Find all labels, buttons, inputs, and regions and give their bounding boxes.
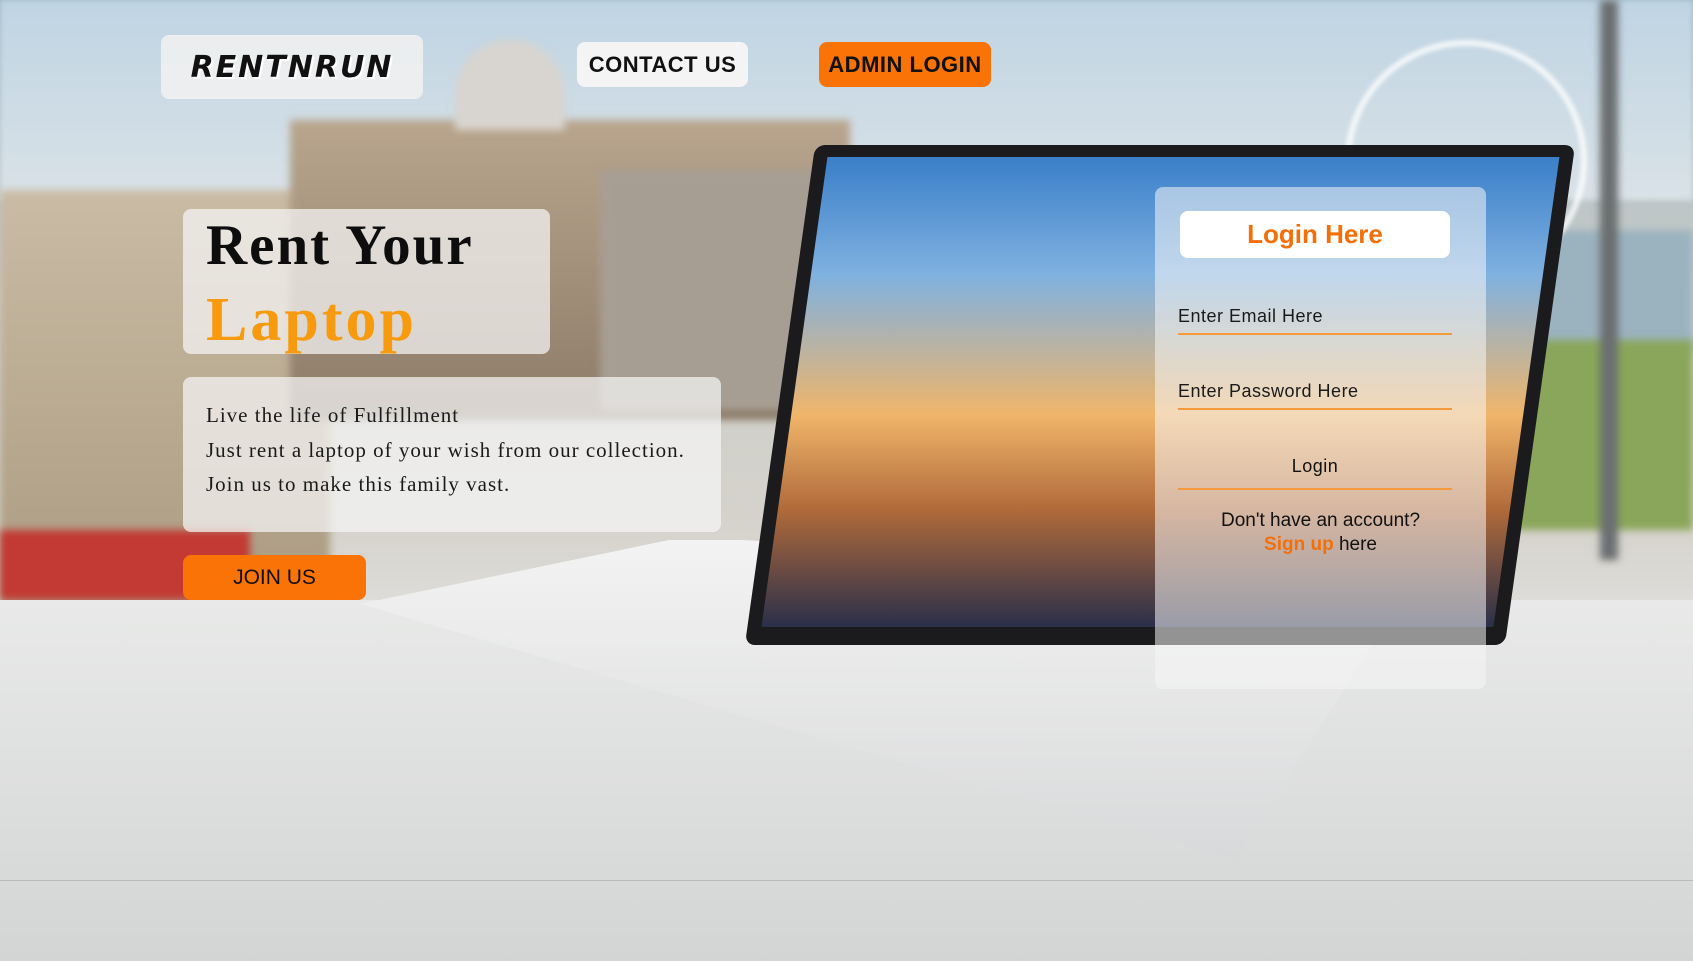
signup-prompt-text: Don't have an account?: [1220, 510, 1421, 531]
join-us-button[interactable]: JOIN US: [183, 555, 366, 600]
hero-description-box: Live the life of Fulfillment Just rent a…: [183, 377, 721, 532]
admin-login-button[interactable]: ADMIN LOGIN: [819, 42, 991, 87]
email-field[interactable]: [1178, 299, 1452, 335]
password-field[interactable]: [1178, 374, 1452, 410]
login-card: Login Here Login Don't have an account? …: [1155, 187, 1486, 689]
login-title: Login Here: [1180, 211, 1450, 258]
hero-title-box: Rent Your Laptop: [183, 209, 550, 354]
hero-title-line2: Laptop: [206, 286, 417, 354]
logo-text: RENTNRUN: [190, 49, 394, 85]
login-button[interactable]: Login: [1178, 444, 1452, 490]
signup-suffix: here: [1338, 534, 1377, 555]
hero-line-3: Join us to make this family vast.: [206, 472, 511, 496]
signup-prompt: Don't have an account? Sign up here: [1155, 509, 1486, 557]
hero-line-1: Live the life of Fulfillment: [206, 403, 460, 427]
logo[interactable]: RENTNRUN: [161, 35, 423, 99]
signup-link[interactable]: Sign up: [1264, 534, 1334, 555]
hero-title-line1: Rent Your: [206, 214, 474, 277]
hero-line-2: Just rent a laptop of your wish from our…: [206, 438, 685, 462]
contact-us-button[interactable]: CONTACT US: [577, 42, 748, 87]
